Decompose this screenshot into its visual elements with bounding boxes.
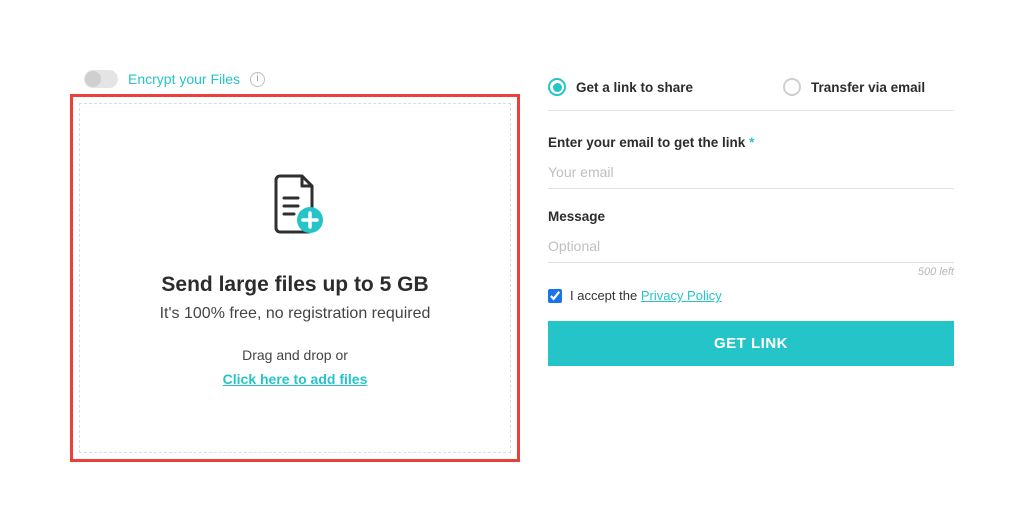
encrypt-label: Encrypt your Files: [128, 71, 240, 87]
upload-panel: Encrypt your Files i Sen: [70, 70, 520, 462]
form-panel: Get a link to share Transfer via email E…: [548, 70, 954, 366]
email-input[interactable]: [548, 158, 954, 189]
char-counter: 500 left: [548, 266, 954, 278]
radio-email-label: Transfer via email: [811, 80, 925, 95]
click-to-add-files-link[interactable]: Click here to add files: [223, 371, 368, 387]
dropzone[interactable]: Send large files up to 5 GB It's 100% fr…: [79, 103, 511, 453]
radio-transfer-email[interactable]: Transfer via email: [783, 78, 925, 96]
transfer-method-radios: Get a link to share Transfer via email: [548, 78, 954, 111]
encrypt-toggle[interactable]: [84, 70, 118, 88]
required-mark: *: [749, 135, 754, 150]
info-icon[interactable]: i: [250, 72, 265, 87]
email-label-text: Enter your email to get the link: [548, 135, 745, 150]
get-link-button[interactable]: GET LINK: [548, 321, 954, 366]
accept-row: I accept the Privacy Policy: [548, 288, 954, 303]
accept-text: I accept the Privacy Policy: [570, 288, 722, 303]
message-input[interactable]: [548, 232, 954, 263]
email-field-label: Enter your email to get the link *: [548, 135, 954, 150]
radio-selected-icon: [548, 78, 566, 96]
dropzone-headline: Send large files up to 5 GB: [161, 273, 428, 297]
accept-checkbox[interactable]: [548, 289, 562, 303]
privacy-policy-link[interactable]: Privacy Policy: [641, 288, 722, 303]
dropzone-subline: It's 100% free, no registration required: [160, 305, 431, 323]
encrypt-row: Encrypt your Files i: [70, 70, 520, 88]
radio-unselected-icon: [783, 78, 801, 96]
file-add-icon: [260, 170, 330, 245]
message-field-label: Message: [548, 209, 954, 224]
accept-prefix: I accept the: [570, 288, 641, 303]
dropzone-highlight: Send large files up to 5 GB It's 100% fr…: [70, 94, 520, 462]
dropzone-dnd-text: Drag and drop or: [242, 347, 348, 363]
radio-link-label: Get a link to share: [576, 80, 693, 95]
message-field-group: Message 500 left: [548, 209, 954, 278]
email-field-group: Enter your email to get the link *: [548, 135, 954, 189]
radio-get-link[interactable]: Get a link to share: [548, 78, 693, 96]
